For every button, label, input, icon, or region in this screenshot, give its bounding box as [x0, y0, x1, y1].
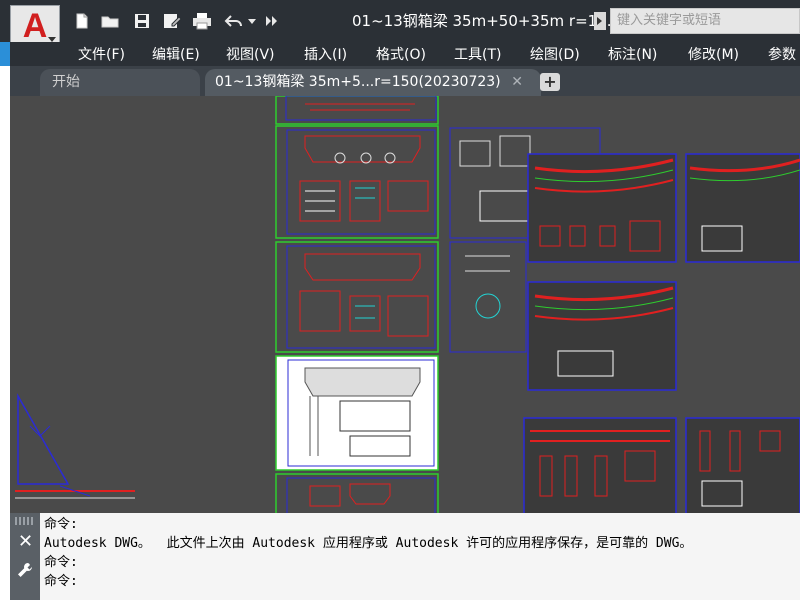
command-line-3: 命令:: [44, 555, 78, 570]
tab-document-label: 01~13钢箱梁 35m+5...r=150(20230723): [215, 74, 501, 90]
menu-file[interactable]: 文件(F): [78, 44, 125, 64]
app-logo-letter: A: [22, 7, 48, 45]
menu-format[interactable]: 格式(O): [376, 44, 426, 64]
menu-bar: 文件(F) 编辑(E) 视图(V) 插入(I) 格式(O) 工具(T) 绘图(D…: [10, 42, 800, 66]
tab-start-label: 开始: [52, 74, 80, 90]
command-line-4: 命令:: [44, 574, 78, 589]
left-edge-strip: [0, 42, 10, 600]
tab-document[interactable]: 01~13钢箱梁 35m+5...r=150(20230723) ✕: [205, 69, 541, 96]
title-expand-button[interactable]: [594, 12, 606, 30]
command-history: 命令: Autodesk DWG。 此文件上次由 Autodesk 应用程序或 A…: [44, 515, 692, 591]
menu-draw[interactable]: 绘图(D): [530, 44, 580, 64]
command-line: ✕ 命令: Autodesk DWG。 此文件上次由 Autodesk 应用程序或…: [10, 513, 800, 600]
menu-dimension[interactable]: 标注(N): [608, 44, 657, 64]
app-logo-button[interactable]: A: [10, 5, 60, 47]
undo-dropdown-icon[interactable]: [244, 10, 260, 32]
menu-parameters[interactable]: 参数: [768, 44, 796, 64]
document-title: 01~13钢箱梁 35m+50+35m r=1...: [352, 12, 612, 30]
command-line-1: 命令:: [44, 517, 78, 532]
drawing-canvas[interactable]: [10, 96, 800, 516]
menu-edit[interactable]: 编辑(E): [152, 44, 200, 64]
file-tab-bar: 开始 01~13钢箱梁 35m+5...r=150(20230723) ✕ +: [10, 66, 800, 96]
title-bar: A 01~13钢箱梁 35m+50+35m r=1... 键入关键字或短语: [0, 0, 800, 47]
tab-start[interactable]: 开始: [40, 69, 200, 96]
command-line-toolbar: ✕: [10, 513, 40, 600]
left-edge-accent: [0, 42, 10, 66]
grip-handle[interactable]: [15, 517, 35, 525]
open-icon[interactable]: [98, 10, 122, 32]
saveas-icon[interactable]: [160, 10, 184, 32]
close-icon[interactable]: ✕: [511, 69, 523, 95]
command-line-2: Autodesk DWG。 此文件上次由 Autodesk 应用程序或 Auto…: [44, 536, 693, 551]
new-icon[interactable]: [70, 10, 94, 32]
wrench-icon[interactable]: [16, 561, 34, 583]
more-icon[interactable]: [262, 10, 282, 32]
menu-insert[interactable]: 插入(I): [304, 44, 347, 64]
search-input[interactable]: 键入关键字或短语: [610, 8, 800, 34]
print-icon[interactable]: [190, 10, 214, 32]
menu-tools[interactable]: 工具(T): [454, 44, 501, 64]
undo-icon[interactable]: [222, 10, 246, 32]
new-tab-button[interactable]: +: [540, 73, 560, 91]
close-icon[interactable]: ✕: [18, 531, 33, 552]
menu-view[interactable]: 视图(V): [226, 44, 275, 64]
menu-modify[interactable]: 修改(M): [688, 44, 739, 64]
save-icon[interactable]: [130, 10, 154, 32]
drawing-sheets: [15, 96, 800, 516]
